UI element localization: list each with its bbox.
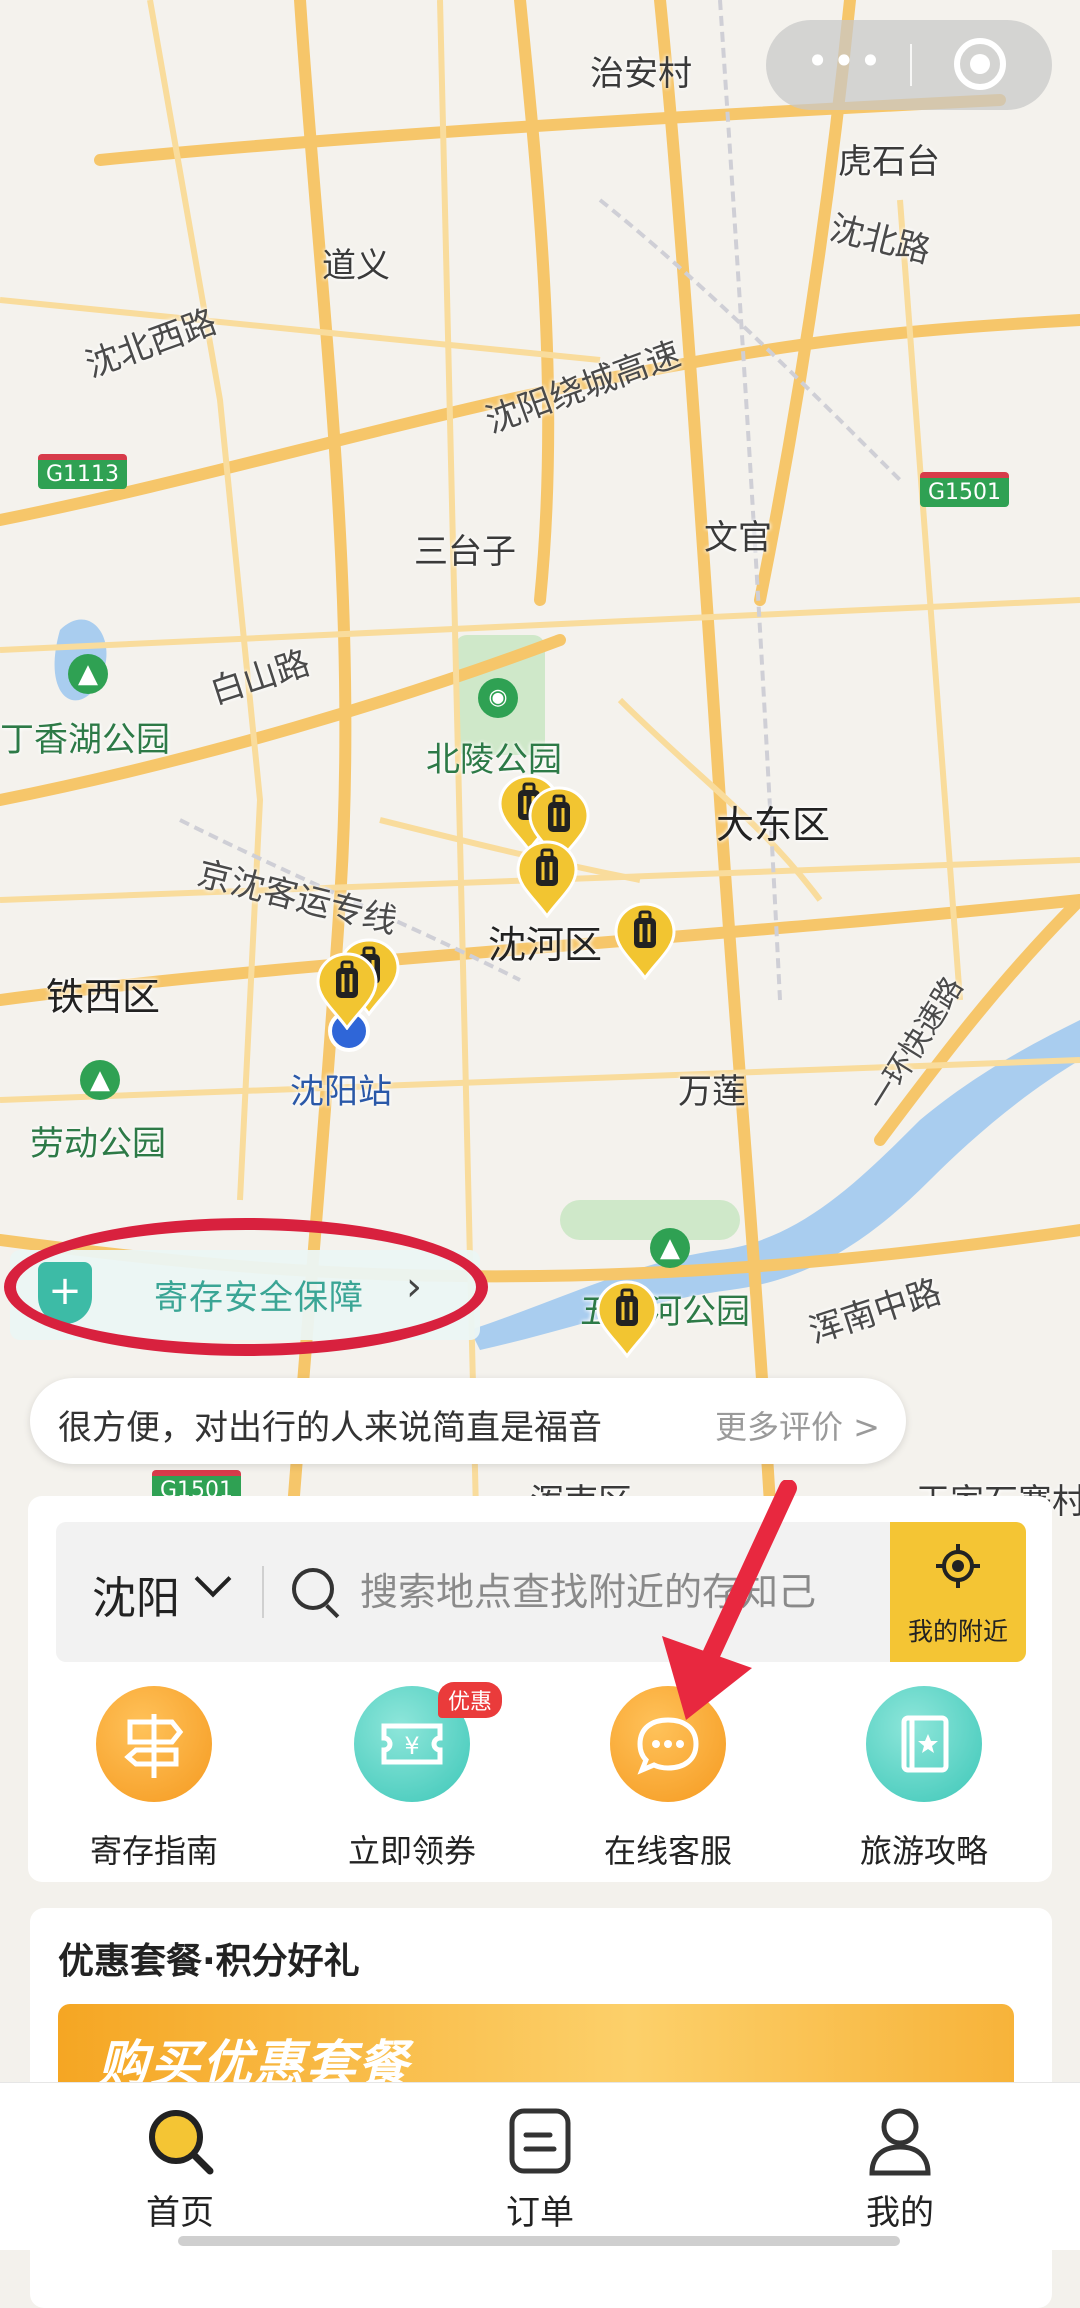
- map-label: 大东区: [716, 803, 831, 847]
- quick-label: 寄存指南: [89, 1832, 218, 1870]
- coupon-icon: ¥ 优惠: [354, 1682, 503, 1802]
- nearby-label: 我的附近: [907, 1617, 1008, 1646]
- signpost-icon: [96, 1686, 212, 1802]
- search-bar: 沈阳 我的附近: [56, 1522, 1026, 1662]
- city-selector[interactable]: 沈阳: [92, 1562, 180, 1626]
- tab-home[interactable]: 首页: [80, 2105, 280, 2234]
- map-label: 铁西区: [46, 975, 161, 1019]
- park-tree-icon: ▲: [650, 1228, 690, 1268]
- order-icon: [504, 2105, 576, 2177]
- quick-storage-guide[interactable]: 寄存指南: [54, 1686, 254, 1872]
- highway-shield: G1501: [920, 472, 1010, 507]
- chevron-down-icon[interactable]: [194, 1560, 232, 1598]
- highway-shield: G1113: [38, 454, 128, 489]
- more-reviews-link[interactable]: 更多评价 >: [715, 1402, 880, 1448]
- map-label: 三台子: [414, 532, 516, 572]
- luggage-pin-icon[interactable]: [594, 1280, 660, 1358]
- luggage-pin-icon[interactable]: [514, 840, 580, 918]
- highlight-ring: [4, 1218, 488, 1356]
- quick-label: 立即领券: [347, 1832, 476, 1870]
- annotation-arrow: [662, 1480, 797, 1720]
- tab-mine[interactable]: 我的: [800, 2105, 1000, 2234]
- search-icon: [292, 1568, 334, 1610]
- luggage-pin-icon[interactable]: [612, 902, 678, 980]
- tab-label: 我的: [866, 2193, 934, 2233]
- more-dots-icon[interactable]: •••: [806, 42, 886, 82]
- search-icon: [144, 2105, 216, 2177]
- promo-title: 优惠套餐·积分好礼: [58, 1941, 360, 1982]
- quick-label: 在线客服: [603, 1832, 732, 1870]
- map-label: 丁香湖公园: [0, 720, 170, 760]
- capsule-divider: [910, 44, 912, 86]
- nearby-button[interactable]: 我的附近: [890, 1522, 1026, 1662]
- map-label: 万莲: [678, 1072, 746, 1112]
- locate-icon: [936, 1544, 980, 1588]
- camera-poi-icon: ◉: [478, 678, 518, 718]
- tab-label: 首页: [146, 2193, 214, 2233]
- map-label: 沈阳站: [290, 1072, 392, 1112]
- svg-text:¥: ¥: [404, 1732, 419, 1760]
- map-label: 治安村: [590, 54, 692, 94]
- bottom-tab-bar: 首页 订单 我的: [0, 2082, 1080, 2250]
- map-label: 劳动公园: [30, 1124, 166, 1164]
- luggage-pin-icon[interactable]: [314, 952, 380, 1030]
- map-label: 道义: [322, 246, 390, 286]
- review-quote: 很方便，对出行的人来说简直是福音: [58, 1408, 602, 1448]
- tab-orders[interactable]: 订单: [440, 2105, 640, 2234]
- miniprogram-capsule: •••: [766, 20, 1052, 110]
- target-circle-icon[interactable]: [954, 38, 1006, 90]
- home-indicator: [178, 2236, 900, 2246]
- user-icon: [864, 2105, 936, 2177]
- tab-label: 订单: [506, 2193, 574, 2233]
- park-tree-icon: ▲: [68, 654, 108, 694]
- guidebook-icon: [866, 1686, 982, 1802]
- quick-get-coupon[interactable]: ¥ 优惠 立即领券: [312, 1682, 512, 1872]
- review-bubble[interactable]: 很方便，对出行的人来说简直是福音 更多评价 >: [30, 1378, 906, 1464]
- map-label: 虎石台: [838, 142, 940, 182]
- divider: [262, 1566, 264, 1618]
- quick-travel-guide[interactable]: 旅游攻略: [824, 1686, 1024, 1872]
- map-label: 文官: [704, 518, 772, 558]
- park-tree-icon: ▲: [80, 1060, 120, 1100]
- map-label: 沈河区: [488, 923, 603, 967]
- quick-label: 旅游攻略: [859, 1832, 988, 1870]
- discount-badge: 优惠: [438, 1682, 503, 1718]
